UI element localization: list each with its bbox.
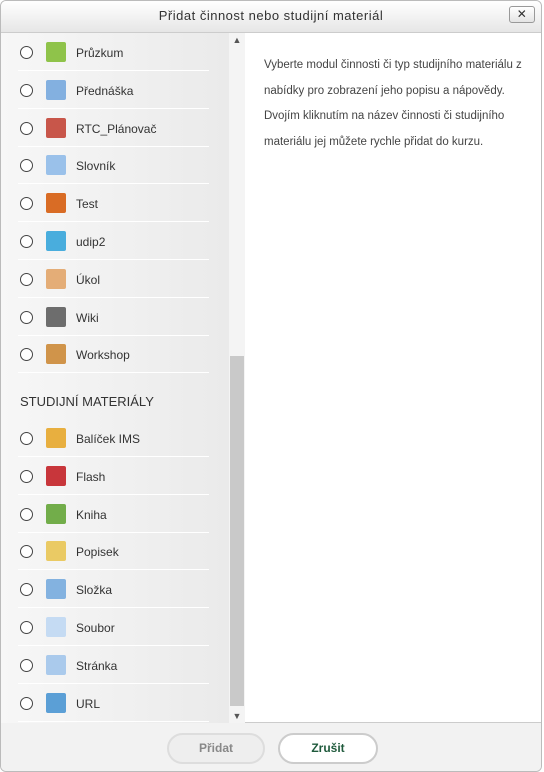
radio-button[interactable] — [20, 469, 33, 483]
module-option[interactable]: Složka — [18, 570, 209, 609]
dialog-title: Přidat činnost nebo studijní materiál — [158, 8, 384, 23]
help-description: Vyberte modul činnosti či typ studijního… — [264, 59, 522, 149]
add-button[interactable]: Přidat — [167, 733, 265, 764]
module-label: Popisek — [76, 545, 119, 560]
radio-button[interactable] — [20, 197, 33, 211]
module-label: URL — [76, 696, 101, 711]
module-label: Kniha — [76, 507, 107, 522]
module-label: Balíček IMS — [76, 432, 141, 446]
dialog-footer: Přidat Zrušit — [1, 723, 541, 771]
module-option[interactable]: Workshop — [18, 335, 209, 374]
module-label: Úkol — [76, 272, 101, 287]
flash-icon — [46, 465, 66, 486]
calendar-icon — [46, 117, 66, 138]
module-option[interactable]: Test — [18, 184, 209, 223]
module-option[interactable]: Stránka — [18, 646, 209, 684]
file-icon — [46, 617, 66, 637]
module-label: Průzkum — [76, 46, 124, 60]
module-list: STUDIJNÍ MATERIÁLY Průzkum Přednáška RTC_P… — [1, 33, 229, 723]
module-option[interactable]: Soubor — [18, 608, 209, 646]
radio-button[interactable] — [20, 83, 33, 97]
module-label: Workshop — [76, 348, 130, 363]
add-activity-dialog: Přidat činnost nebo studijní materiál ✕ … — [0, 0, 542, 772]
folder-icon — [46, 579, 66, 600]
package-boxes-icon — [46, 428, 66, 448]
module-label: Slovník — [76, 159, 116, 174]
scrollbar[interactable]: ▲ ▼ — [229, 33, 245, 723]
radio-button[interactable] — [20, 235, 33, 248]
module-label: RTC_Plánovač — [76, 121, 157, 136]
radio-button[interactable] — [20, 545, 33, 559]
module-label: Flash — [76, 469, 106, 484]
label-tag-icon — [46, 541, 66, 562]
module-label: udip2 — [76, 235, 106, 249]
quiz-check-icon — [46, 193, 66, 214]
url-globe-icon — [46, 692, 66, 713]
module-option[interactable]: URL — [18, 684, 209, 722]
chart-bar-icon — [46, 42, 66, 62]
radio-button[interactable] — [20, 621, 33, 634]
scroll-down-icon[interactable]: ▼ — [229, 711, 245, 721]
radio-button[interactable] — [20, 432, 33, 445]
module-label: Stránka — [76, 658, 118, 673]
module-label: Soubor — [76, 621, 115, 635]
radio-button[interactable] — [20, 583, 33, 597]
module-option[interactable]: udip2 — [18, 222, 209, 260]
module-label: Přednáška — [76, 83, 134, 98]
radio-button[interactable] — [20, 348, 33, 362]
module-label: Test — [76, 197, 99, 212]
scrollbar-thumb[interactable] — [230, 356, 244, 706]
radio-button[interactable] — [20, 658, 33, 672]
radio-button[interactable] — [20, 272, 33, 286]
cancel-button[interactable]: Zrušit — [278, 733, 378, 764]
module-option[interactable]: Popisek — [18, 532, 209, 571]
radio-button[interactable] — [20, 121, 33, 135]
flowchart-icon — [46, 79, 66, 100]
wiki-icon — [46, 306, 66, 327]
radio-button[interactable] — [20, 507, 33, 521]
module-option[interactable]: RTC_Plánovač — [18, 109, 209, 147]
help-panel: Vyberte modul činnosti či typ studijního… — [245, 33, 541, 723]
module-option[interactable]: Balíček IMS — [18, 419, 209, 457]
book-icon — [46, 503, 66, 524]
module-option[interactable]: Wiki — [18, 298, 209, 336]
page-icon — [46, 654, 66, 675]
scroll-up-icon[interactable]: ▲ — [229, 35, 245, 45]
module-option[interactable]: Flash — [18, 457, 209, 495]
assignment-hand-icon — [46, 268, 66, 289]
workshop-icon — [46, 344, 66, 365]
module-option[interactable]: Slovník — [18, 146, 209, 185]
udip-icon — [46, 231, 66, 251]
module-option[interactable]: Kniha — [18, 495, 209, 533]
radio-button[interactable] — [20, 46, 33, 59]
resources-section-header: STUDIJNÍ MATERIÁLY — [20, 394, 154, 409]
module-option[interactable]: Úkol — [18, 260, 209, 298]
module-option[interactable]: Přednáška — [18, 71, 209, 109]
module-label: Složka — [76, 583, 113, 598]
module-label: Wiki — [76, 310, 99, 325]
module-option[interactable]: Průzkum — [18, 33, 209, 71]
radio-button[interactable] — [20, 159, 33, 173]
glossary-icon — [46, 155, 66, 176]
radio-button[interactable] — [20, 696, 33, 710]
radio-button[interactable] — [20, 310, 33, 324]
dialog-titlebar: Přidat činnost nebo studijní materiál ✕ — [1, 1, 541, 33]
close-button[interactable]: ✕ — [509, 6, 535, 23]
